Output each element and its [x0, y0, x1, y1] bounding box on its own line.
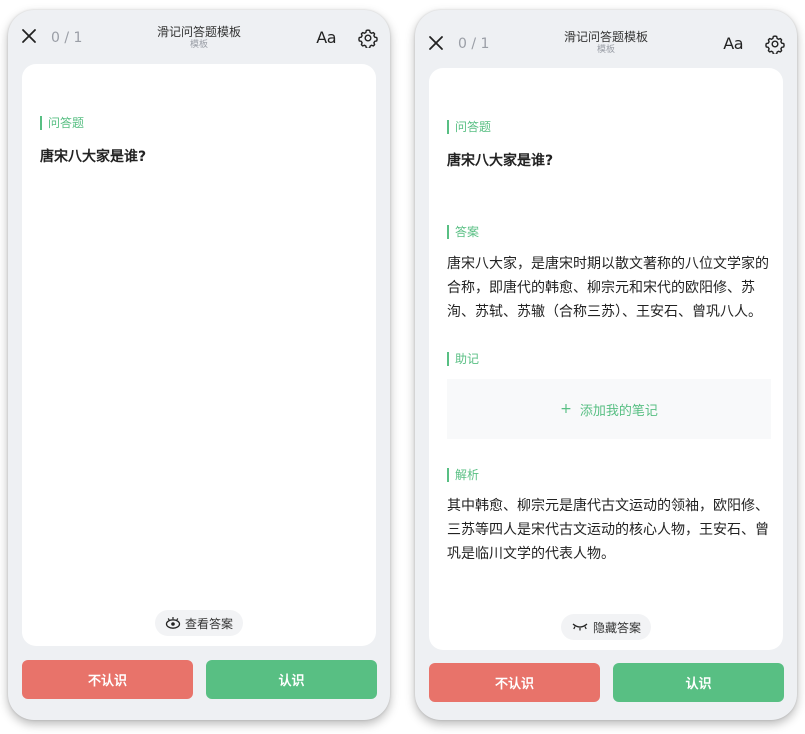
- add-note-label: 添加我的笔记: [579, 403, 658, 419]
- add-note-button[interactable]: + 添加我的笔记: [447, 379, 771, 439]
- analysis-label: 解析: [447, 468, 479, 482]
- top-bar: 0 / 1 滑记问答题模板 模板 Aa: [8, 10, 390, 64]
- font-size-icon[interactable]: Aa: [316, 28, 336, 47]
- eye-closed-icon: [572, 623, 588, 631]
- show-answer-label: 查看答案: [184, 616, 234, 631]
- top-bar: 0 / 1 滑记问答题模板 模板 Aa: [415, 10, 797, 64]
- dont-know-button[interactable]: 不认识: [429, 663, 600, 702]
- hide-answer-label: 隐藏答案: [592, 620, 642, 635]
- know-button[interactable]: 认识: [613, 663, 784, 702]
- analysis-text: 其中韩愈、柳宗元是唐代古文运动的领袖，欧阳修、三苏等四人是宋代古文运动的核心人物…: [447, 498, 769, 562]
- answer-text: 唐宋八大家，是唐宋时期以散文著称的八位文学家的合称，即唐代的韩愈、柳宗元和宋代的…: [447, 256, 769, 320]
- question-text: 唐宋八大家是谁?: [447, 153, 554, 169]
- gear-icon[interactable]: [765, 34, 785, 54]
- phone-screen-question: 0 / 1 滑记问答题模板 模板 Aa 问答题 唐宋八大家是谁? 查看答案 不认…: [8, 10, 390, 720]
- show-answer-button[interactable]: 查看答案: [154, 610, 244, 636]
- eye-icon: [165, 617, 181, 629]
- question-text: 唐宋八大家是谁?: [40, 149, 147, 165]
- flashcard: 问答题 唐宋八大家是谁? 查看答案: [22, 64, 376, 646]
- answer-label: 答案: [447, 225, 479, 239]
- mnemonic-label: 助记: [447, 352, 479, 366]
- font-size-icon[interactable]: Aa: [723, 34, 743, 53]
- flashcard: 问答题 唐宋八大家是谁? 答案 唐宋八大家，是唐宋时期以散文著称的八位文学家的合…: [429, 68, 783, 650]
- plus-icon: +: [560, 401, 572, 417]
- hide-answer-button[interactable]: 隐藏答案: [560, 614, 652, 640]
- question-label: 问答题: [447, 120, 491, 134]
- phone-screen-answer: 0 / 1 滑记问答题模板 模板 Aa 问答题 唐宋八大家是谁? 答案 唐宋八大…: [415, 10, 797, 720]
- know-button[interactable]: 认识: [206, 660, 377, 699]
- question-label: 问答题: [40, 116, 84, 130]
- dont-know-button[interactable]: 不认识: [22, 660, 193, 699]
- gear-icon[interactable]: [358, 28, 378, 48]
